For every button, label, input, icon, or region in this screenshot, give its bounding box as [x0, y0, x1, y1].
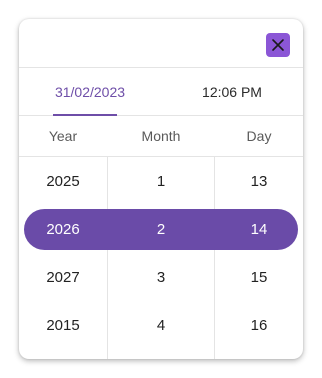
- month-column[interactable]: 1 3 4: [107, 157, 215, 359]
- dialog-header: [19, 19, 303, 68]
- year-column[interactable]: 2025 2027 2015: [19, 157, 107, 359]
- selected-year[interactable]: 2026: [19, 209, 107, 250]
- month-option[interactable]: 1: [108, 157, 214, 205]
- tab-time[interactable]: 12:06 PM: [161, 68, 303, 115]
- selected-month[interactable]: 2: [107, 209, 215, 250]
- day-option[interactable]: 15: [215, 253, 303, 301]
- tab-bar: 31/02/2023 12:06 PM: [19, 68, 303, 116]
- date-picker-dialog: 31/02/2023 12:06 PM Year Month Day 2025 …: [19, 19, 303, 359]
- day-option[interactable]: 13: [215, 157, 303, 205]
- day-option[interactable]: 16: [215, 301, 303, 349]
- column-headers: Year Month Day: [19, 116, 303, 157]
- tab-time-label: 12:06 PM: [202, 83, 262, 100]
- month-header: Month: [141, 128, 181, 144]
- year-header: Year: [48, 128, 78, 144]
- day-column[interactable]: 13 15 16: [215, 157, 303, 359]
- close-icon: [272, 39, 284, 51]
- year-option[interactable]: 2025: [19, 157, 107, 205]
- tab-date-label: 31/02/2023: [54, 83, 126, 100]
- selected-day[interactable]: 14: [215, 209, 303, 250]
- tab-date[interactable]: 31/02/2023: [19, 68, 161, 115]
- day-header: Day: [246, 128, 272, 144]
- year-option[interactable]: 2027: [19, 253, 107, 301]
- month-option[interactable]: 4: [108, 301, 214, 349]
- year-option[interactable]: 2015: [19, 301, 107, 349]
- month-option[interactable]: 3: [108, 253, 214, 301]
- close-button[interactable]: [266, 33, 290, 57]
